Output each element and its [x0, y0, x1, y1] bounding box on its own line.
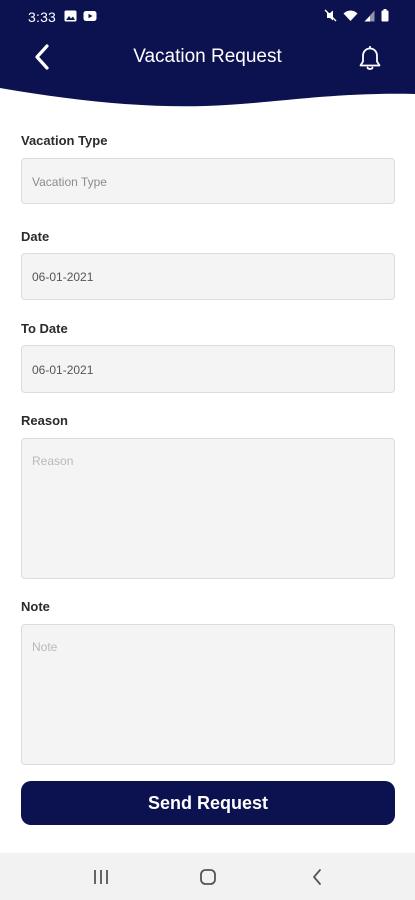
- wifi-icon: [343, 10, 358, 21]
- send-request-button[interactable]: Send Request: [21, 781, 395, 825]
- system-nav-bar: [0, 853, 415, 900]
- date-label: Date: [21, 229, 50, 244]
- app-header: 3:33 Vacation Request: [0, 0, 415, 115]
- signal-icon: [364, 10, 375, 21]
- to-date-label: To Date: [21, 321, 68, 336]
- note-placeholder: Note: [32, 640, 58, 654]
- home-icon: [200, 869, 216, 885]
- battery-icon: [381, 9, 389, 22]
- recent-apps-button[interactable]: [86, 866, 116, 888]
- vacation-type-label: Vacation Type: [21, 133, 108, 148]
- system-back-button[interactable]: [302, 866, 332, 888]
- vacation-type-placeholder: Vacation Type: [32, 175, 107, 189]
- vacation-type-input[interactable]: Vacation Type: [21, 158, 395, 204]
- note-label: Note: [21, 599, 50, 614]
- to-date-input[interactable]: 06-01-2021: [21, 345, 395, 393]
- recent-apps-icon: [94, 870, 108, 884]
- youtube-icon: [83, 11, 97, 21]
- status-bar: 3:33: [0, 0, 415, 34]
- gallery-icon: [64, 10, 77, 22]
- notification-button[interactable]: [355, 43, 385, 75]
- mute-icon: [324, 9, 337, 22]
- back-icon: [313, 869, 321, 885]
- to-date-value: 06-01-2021: [32, 363, 94, 377]
- reason-label: Reason: [21, 413, 68, 428]
- bell-icon: [359, 46, 381, 70]
- home-button[interactable]: [193, 866, 223, 888]
- reason-textarea[interactable]: Reason: [21, 438, 395, 579]
- status-left-icons: [64, 10, 97, 22]
- send-request-label: Send Request: [147, 792, 269, 813]
- note-textarea[interactable]: Note: [21, 624, 395, 765]
- date-input[interactable]: 06-01-2021: [21, 253, 395, 300]
- page-title: Vacation Request: [133, 46, 282, 67]
- status-right-icons: [324, 9, 389, 22]
- date-value: 06-01-2021: [32, 270, 94, 284]
- reason-placeholder: Reason: [32, 454, 74, 468]
- status-time: 3:33: [28, 9, 57, 25]
